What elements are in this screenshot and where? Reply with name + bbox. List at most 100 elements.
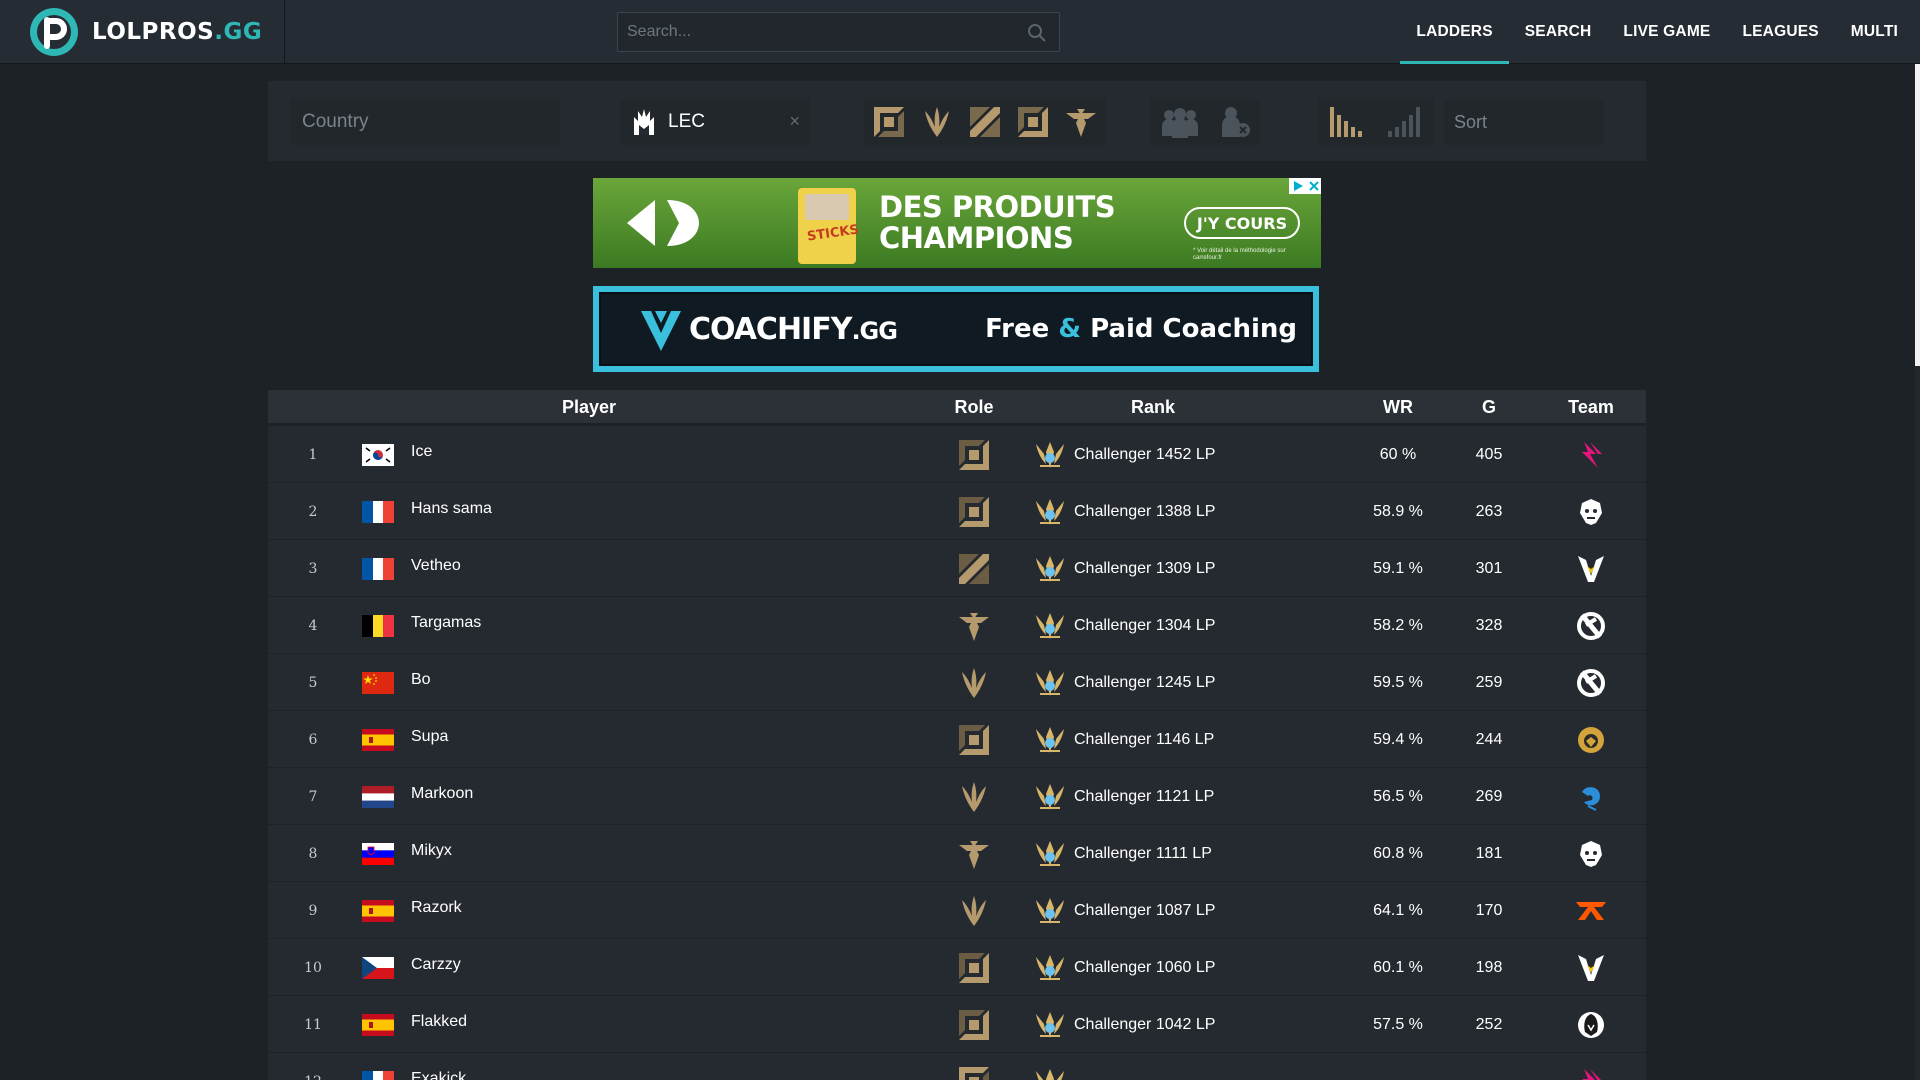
league-select[interactable]: LEC × [620, 99, 810, 145]
rank-text: Challenger 1146 LP [1074, 730, 1215, 748]
sort-select[interactable]: Sort [1444, 99, 1604, 145]
header-wr[interactable]: WR [1358, 397, 1438, 418]
country-select[interactable]: Country [290, 99, 560, 145]
sort-descending-icon[interactable] [1318, 99, 1376, 145]
rank-cell: Challenger 1146 LP [1034, 711, 1214, 768]
player-name-link[interactable]: Ice [411, 423, 432, 480]
player-name-link[interactable]: Markoon [411, 765, 473, 822]
challenger-rank-icon [1034, 440, 1064, 470]
mid-role-icon[interactable] [962, 99, 1008, 145]
site-logo[interactable]: LOLPROS.GG [28, 6, 292, 58]
rank-cell: Challenger 1111 LP [1034, 825, 1212, 882]
ladder-table: Player Role Rank WR G Team 1 Ice Challenge… [268, 390, 1646, 1080]
top-role-icon[interactable] [866, 99, 912, 145]
rank-cell: Challenger 1087 LP [1034, 882, 1215, 939]
player-name-link[interactable]: Mikyx [411, 822, 452, 879]
team-logo-icon[interactable] [1574, 825, 1608, 882]
rank-text: Challenger 1111 LP [1074, 844, 1212, 862]
jungle-role-icon[interactable] [914, 99, 960, 145]
table-row[interactable]: 9 Razork Challenger 1087 LP 64.1 % 170 [268, 882, 1646, 939]
country-flag-icon [362, 768, 394, 825]
player-name-link[interactable]: Hans sama [411, 480, 492, 537]
table-row[interactable]: 1 Ice Challenger 1452 LP 60 % 405 [268, 426, 1646, 483]
team-logo-icon[interactable] [1574, 654, 1608, 711]
nav-search[interactable]: SEARCH [1509, 0, 1608, 64]
adc-role-icon [944, 711, 1004, 768]
player-name-link[interactable]: Exakick [411, 1050, 466, 1080]
team-logo-icon[interactable] [1574, 1053, 1608, 1080]
challenger-rank-icon [1034, 1010, 1064, 1040]
player-name-link[interactable]: Supa [411, 708, 448, 765]
header-games[interactable]: G [1464, 397, 1514, 418]
team-logo-icon[interactable] [1574, 711, 1608, 768]
challenger-rank-icon [1034, 725, 1064, 755]
carrefour-ad-banner[interactable]: STICKS DES PRODUITS CHAMPIONS J'Y COURS … [593, 178, 1321, 268]
team-logo-icon[interactable] [1574, 597, 1608, 654]
team-logo-icon[interactable] [1574, 768, 1608, 825]
winrate-value: 57.5 % [1373, 1015, 1423, 1033]
table-row[interactable]: 12 Exakick [268, 1053, 1646, 1080]
header-role[interactable]: Role [944, 397, 1004, 418]
scrollbar-thumb[interactable] [1915, 64, 1920, 366]
rank-text: Challenger 1121 LP [1074, 787, 1215, 805]
support-role-icon[interactable] [1058, 99, 1104, 145]
player-name-link[interactable]: Vetheo [411, 537, 461, 594]
games-value: 170 [1475, 901, 1503, 919]
header-player[interactable]: Player [464, 397, 714, 418]
table-row[interactable]: 2 Hans sama Challenger 1388 LP 58.9 % 263 [268, 483, 1646, 540]
rank-cell: Challenger 1121 LP [1034, 768, 1214, 825]
row-rank-number: 10 [304, 959, 322, 976]
adc-role-icon[interactable] [1010, 99, 1056, 145]
team-logo-icon[interactable] [1574, 540, 1608, 597]
header-rank[interactable]: Rank [1068, 397, 1238, 418]
header-team[interactable]: Team [1561, 397, 1621, 418]
team-logo-icon[interactable] [1574, 882, 1608, 939]
rank-cell: Challenger 1245 LP [1034, 654, 1215, 711]
player-name-link[interactable]: Bo [411, 651, 431, 708]
coachify-ad-banner[interactable]: COACHIFY.GG Free & Paid Coaching [593, 286, 1319, 372]
search-input[interactable] [618, 13, 1013, 51]
nav-leagues[interactable]: LEAGUES [1726, 0, 1834, 64]
rank-cell: Challenger 1060 LP [1034, 939, 1215, 996]
nav-ladders[interactable]: LADDERS [1400, 0, 1510, 64]
sort-ascending-icon[interactable] [1376, 99, 1434, 145]
team-logo-icon[interactable] [1574, 996, 1608, 1053]
player-name-link[interactable]: Targamas [411, 594, 481, 651]
table-row[interactable]: 10 Carzzy Challenger 1060 LP 60.1 % 198 [268, 939, 1646, 996]
rank-cell: Challenger 1388 LP [1034, 483, 1215, 540]
games-value: 259 [1475, 673, 1503, 691]
winrate-value: 56.5 % [1373, 787, 1423, 805]
table-row[interactable]: 5 Bo Challenger 1245 LP 59.5 % 259 [268, 654, 1646, 711]
table-row[interactable]: 8 Mikyx Challenger 1111 LP 60.8 % 181 [268, 825, 1646, 882]
ad-choices-icon[interactable] [1289, 178, 1321, 194]
table-row[interactable]: 4 Targamas Challenger 1304 LP 58.2 % 328 [268, 597, 1646, 654]
table-row[interactable]: 3 Vetheo Challenger 1309 LP 59.1 % 301 [268, 540, 1646, 597]
table-row[interactable]: 11 Flakked Challenger 1042 LP 57.5 % 252 [268, 996, 1646, 1053]
ad-cta-button[interactable]: J'Y COURS [1184, 207, 1300, 239]
player-name-link[interactable]: Flakked [411, 993, 467, 1050]
jungle-role-icon [944, 768, 1004, 825]
nav-multi[interactable]: MULTI [1835, 0, 1920, 64]
support-role-icon [944, 597, 1004, 654]
challenger-rank-icon [1034, 896, 1064, 926]
row-rank-number: 12 [268, 1053, 358, 1080]
challenger-rank-icon [1034, 497, 1064, 527]
player-name-link[interactable]: Carzzy [411, 936, 461, 993]
clear-league-icon[interactable]: × [789, 111, 800, 132]
team-logo-icon[interactable] [1574, 939, 1608, 996]
table-row[interactable]: 6 Supa Challenger 1146 LP 59.4 % 244 [268, 711, 1646, 768]
free-agent-icon[interactable] [1210, 99, 1260, 145]
row-rank-number: 2 [308, 503, 318, 520]
team-players-icon[interactable] [1150, 99, 1210, 145]
sort-order-group [1318, 99, 1434, 145]
team-logo-icon[interactable] [1574, 426, 1608, 483]
games-value: 263 [1475, 502, 1503, 520]
rank-text: Challenger 1245 LP [1074, 673, 1216, 691]
nav-live-game[interactable]: LIVE GAME [1607, 0, 1726, 64]
team-logo-icon[interactable] [1574, 483, 1608, 540]
search-icon[interactable] [1027, 23, 1047, 43]
rank-text: Challenger 1042 LP [1074, 1015, 1216, 1033]
table-row[interactable]: 7 Markoon Challenger 1121 LP 56.5 % 269 [268, 768, 1646, 825]
player-name-link[interactable]: Razork [411, 879, 462, 936]
country-flag-icon [362, 654, 394, 711]
